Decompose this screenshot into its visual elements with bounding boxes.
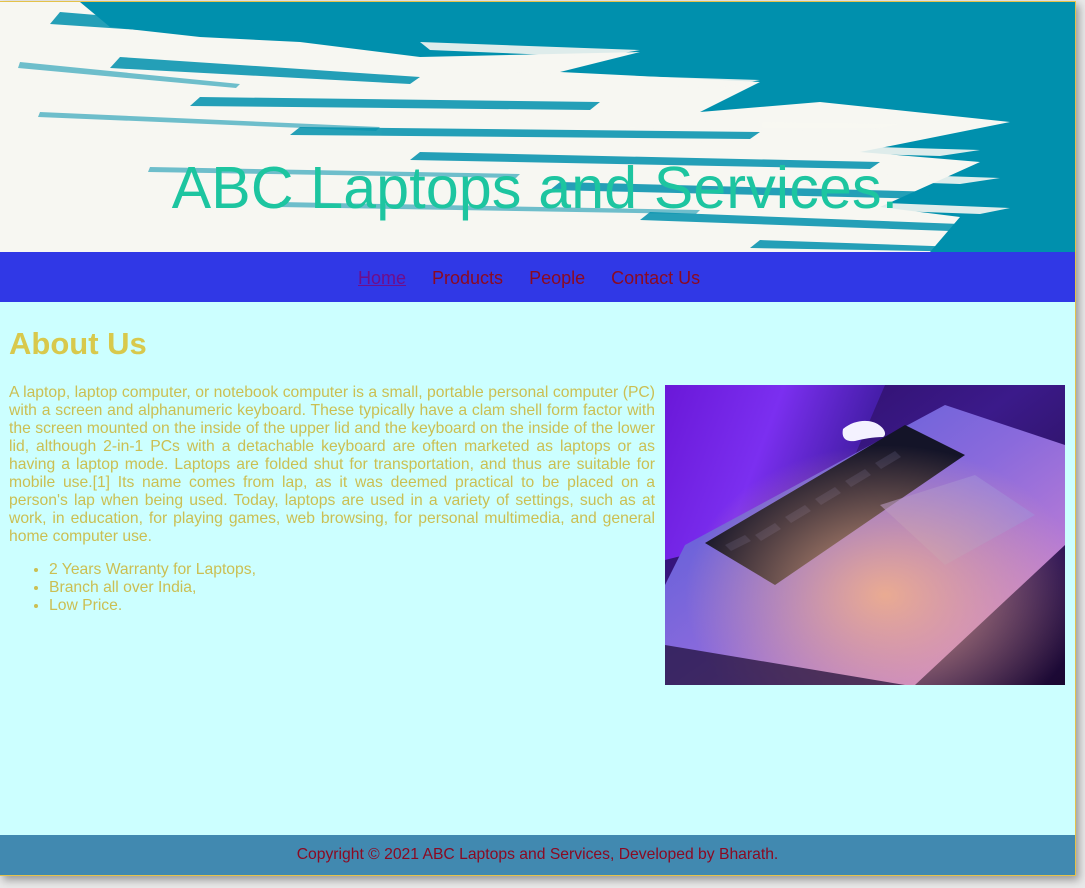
nav-link-home[interactable]: Home (358, 267, 406, 289)
nav-link-people[interactable]: People (529, 267, 585, 289)
navigation-bar: Home Products People Contact Us (0, 252, 1075, 302)
main-content: About Us A laptop, laptop computer, or n… (0, 302, 1075, 835)
header-banner: ABC Laptops and Services. (0, 2, 1075, 252)
nav-list: Home Products People Contact Us (345, 267, 713, 289)
footer: Copyright © 2021 ABC Laptops and Service… (0, 835, 1075, 875)
about-heading: About Us (9, 326, 147, 361)
nav-link-products[interactable]: Products (432, 267, 503, 289)
site-title: ABC Laptops and Services. (171, 155, 899, 221)
about-paragraph: A laptop, laptop computer, or notebook c… (9, 384, 655, 545)
footer-copyright: Copyright © 2021 ABC Laptops and Service… (296, 846, 779, 863)
laptop-illustration (665, 385, 1065, 685)
feature-item-branches: Branch all over India, (49, 579, 256, 597)
page: ABC Laptops and Services. Home Products … (0, 1, 1076, 876)
features-list: 2 Years Warranty for Laptops, Branch all… (9, 561, 256, 615)
laptop-image (665, 385, 1065, 685)
feature-item-price: Low Price. (49, 597, 256, 615)
feature-item-warranty: 2 Years Warranty for Laptops, (49, 561, 256, 579)
nav-link-contact-us[interactable]: Contact Us (611, 267, 700, 289)
